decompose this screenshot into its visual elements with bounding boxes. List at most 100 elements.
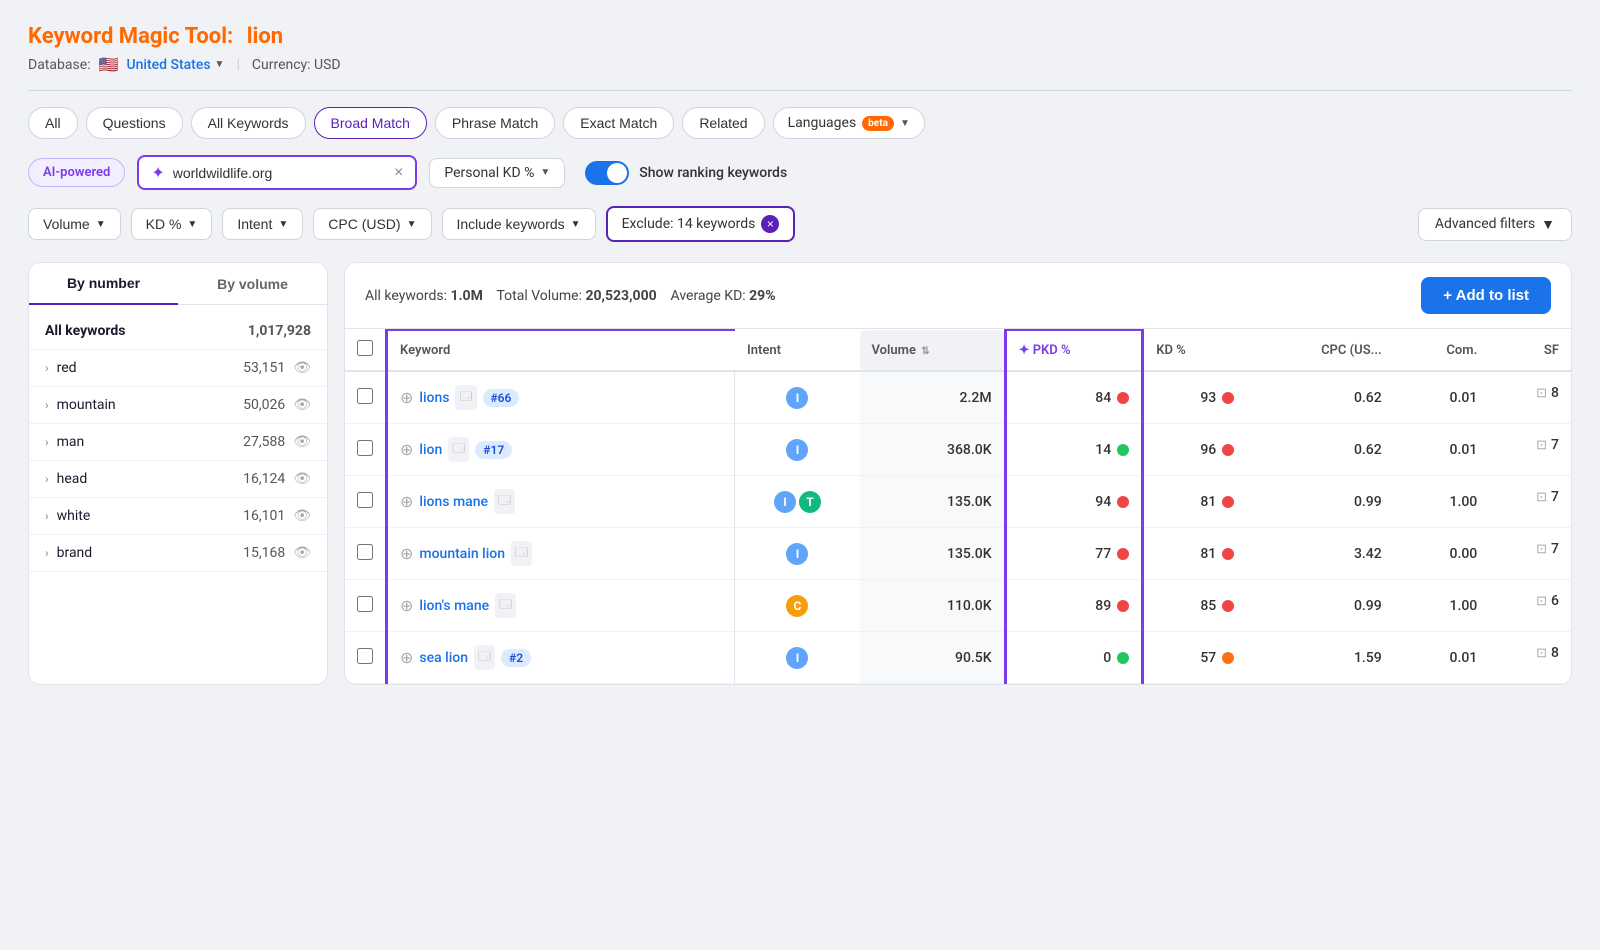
intent-cell: I	[735, 632, 860, 684]
show-ranking-toggle[interactable]	[585, 161, 629, 185]
match-tabs: All Questions All Keywords Broad Match P…	[28, 107, 1572, 139]
kd-dot	[1222, 444, 1234, 456]
add-keyword-icon[interactable]: ⊕	[400, 440, 413, 459]
row-checkbox[interactable]	[357, 648, 373, 664]
volume-caret-icon: ▼	[96, 219, 106, 230]
table-stats: All keywords: 1.0M Total Volume: 20,523,…	[365, 288, 776, 304]
sf-icon[interactable]: ⊡	[1536, 542, 1547, 557]
sidebar-list: All keywords 1,017,928 › red 53,151 👁	[29, 305, 327, 580]
keyword-link[interactable]: lion's mane	[419, 598, 489, 614]
advanced-filters-button[interactable]: Advanced filters ▼	[1418, 208, 1572, 241]
eye-icon[interactable]: 👁	[293, 360, 311, 376]
languages-tab[interactable]: Languages beta ▼	[773, 107, 925, 139]
com-value: 1.00	[1450, 494, 1478, 510]
th-keyword: Keyword	[387, 330, 735, 371]
save-keyword-icon[interactable]: 🗔	[494, 489, 515, 514]
sidebar-tab-by-number[interactable]: By number	[29, 263, 178, 305]
pkd-dot	[1117, 496, 1129, 508]
country-chevron-icon: ▼	[215, 59, 225, 70]
exclude-clear-button[interactable]: ×	[761, 215, 779, 233]
add-keyword-icon[interactable]: ⊕	[400, 388, 413, 407]
tab-phrase-match[interactable]: Phrase Match	[435, 107, 555, 139]
sidebar-item[interactable]: › man 27,588 👁	[29, 424, 327, 461]
eye-icon[interactable]: 👁	[293, 545, 311, 561]
cpc-filter[interactable]: CPC (USD) ▼	[313, 208, 431, 240]
ai-row: AI-powered ✦ × Personal KD % ▼ Show rank…	[28, 155, 1572, 190]
pkd-value: 0	[1103, 650, 1111, 666]
sf-icon[interactable]: ⊡	[1536, 490, 1547, 505]
row-checkbox[interactable]	[357, 440, 373, 456]
tab-broad-match[interactable]: Broad Match	[314, 107, 427, 139]
tab-all-keywords[interactable]: All Keywords	[191, 107, 306, 139]
add-to-list-button[interactable]: + Add to list	[1421, 277, 1551, 314]
ai-clear-button[interactable]: ×	[394, 165, 403, 181]
country-name: United States	[126, 57, 210, 73]
save-keyword-icon[interactable]: 🗔	[474, 645, 495, 670]
sidebar-item-label: red	[57, 360, 77, 376]
pkd-cell: 94	[1005, 476, 1143, 528]
keyword-link[interactable]: lions	[419, 390, 449, 406]
personal-kd-dropdown[interactable]: Personal KD % ▼	[429, 158, 565, 188]
kd-caret-icon: ▼	[187, 219, 197, 230]
sf-icon[interactable]: ⊡	[1536, 438, 1547, 453]
sidebar-item[interactable]: › mountain 50,026 👁	[29, 387, 327, 424]
row-checkbox[interactable]	[357, 544, 373, 560]
keyword-link[interactable]: lion	[419, 442, 442, 458]
keyword-cell: ⊕sea lion🗔#2	[387, 632, 735, 684]
row-checkbox[interactable]	[357, 388, 373, 404]
volume-filter[interactable]: Volume ▼	[28, 208, 121, 240]
currency-label: Currency: USD	[252, 57, 341, 73]
add-keyword-icon[interactable]: ⊕	[400, 648, 413, 667]
add-keyword-icon[interactable]: ⊕	[400, 492, 413, 511]
save-keyword-icon[interactable]: 🗔	[448, 437, 469, 462]
select-all-checkbox[interactable]	[357, 340, 373, 356]
sidebar-item[interactable]: › head 16,124 👁	[29, 461, 327, 498]
keyword-cell: ⊕lions🗔#66	[387, 371, 735, 424]
kd-dot	[1222, 652, 1234, 664]
sidebar-item[interactable]: › brand 15,168 👁	[29, 535, 327, 572]
ai-domain-input[interactable]	[173, 165, 386, 181]
sidebar-item[interactable]: › white 16,101 👁	[29, 498, 327, 535]
keyword-link[interactable]: mountain lion	[419, 546, 505, 562]
volume-value: 368.0K	[947, 442, 992, 458]
save-keyword-icon[interactable]: 🗔	[455, 385, 476, 410]
tab-exact-match[interactable]: Exact Match	[563, 107, 674, 139]
flag-icon: 🇺🇸	[99, 55, 119, 74]
save-keyword-icon[interactable]: 🗔	[495, 593, 516, 618]
eye-icon[interactable]: 👁	[293, 434, 311, 450]
intent-cell: I	[735, 371, 860, 424]
save-keyword-icon[interactable]: 🗔	[511, 541, 532, 566]
sidebar-tab-by-volume[interactable]: By volume	[178, 263, 327, 304]
kd-filter[interactable]: KD % ▼	[131, 208, 213, 240]
keyword-link[interactable]: lions mane	[419, 494, 488, 510]
tab-related[interactable]: Related	[682, 107, 764, 139]
tab-questions[interactable]: Questions	[86, 107, 183, 139]
sidebar-item[interactable]: › red 53,151 👁	[29, 350, 327, 387]
pkd-dot	[1117, 652, 1129, 664]
sf-icon[interactable]: ⊡	[1536, 386, 1547, 401]
intent-filter[interactable]: Intent ▼	[222, 208, 303, 240]
sf-cell: ⊡8	[1489, 632, 1571, 674]
eye-icon[interactable]: 👁	[293, 508, 311, 524]
include-kw-caret-icon: ▼	[571, 219, 581, 230]
title-prefix: Keyword Magic Tool:	[28, 24, 233, 49]
row-checkbox[interactable]	[357, 596, 373, 612]
keyword-link[interactable]: sea lion	[419, 650, 468, 666]
keywords-table: Keyword Intent Volume ⇅ ✦ PKD %	[345, 329, 1571, 684]
row-checkbox[interactable]	[357, 492, 373, 508]
include-keywords-filter[interactable]: Include keywords ▼	[442, 208, 596, 240]
volume-cell: 368.0K	[860, 424, 1006, 476]
sf-icon[interactable]: ⊡	[1536, 594, 1547, 609]
add-keyword-icon[interactable]: ⊕	[400, 596, 413, 615]
eye-icon[interactable]: 👁	[293, 471, 311, 487]
volume-value: 135.0K	[947, 546, 992, 562]
country-link[interactable]: United States ▼	[126, 57, 224, 73]
sf-icon[interactable]: ⊡	[1536, 646, 1547, 661]
eye-icon[interactable]: 👁	[293, 397, 311, 413]
cpc-caret-icon: ▼	[407, 219, 417, 230]
tab-all[interactable]: All	[28, 107, 78, 139]
sidebar-all-keywords[interactable]: All keywords 1,017,928	[29, 313, 327, 350]
com-value: 0.01	[1450, 390, 1478, 406]
add-keyword-icon[interactable]: ⊕	[400, 544, 413, 563]
intent-caret-icon: ▼	[278, 219, 288, 230]
